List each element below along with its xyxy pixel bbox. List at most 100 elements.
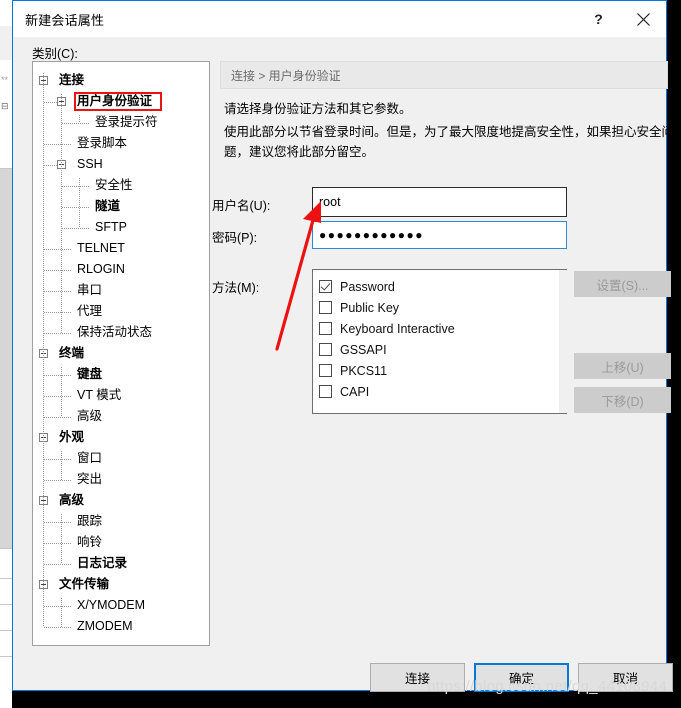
tree-guide-line [44, 333, 71, 334]
watermark: https://blog.csdn.net/qq_44108944 [427, 678, 668, 695]
tree-item-label: SFTP [95, 220, 127, 234]
method-item-4[interactable]: PKCS11 [319, 360, 566, 381]
tree-guide-line [44, 522, 71, 523]
tree-guide-line [44, 249, 71, 250]
tree-item-2[interactable]: 登录提示符 [33, 112, 209, 133]
method-item-3[interactable]: GSSAPI [319, 339, 566, 360]
method-item-label: Keyboard Interactive [340, 321, 455, 336]
tree-item-label: 登录脚本 [77, 136, 128, 150]
tree-item-label: 代理 [77, 304, 103, 318]
tree-item-label: 隧道 [95, 199, 121, 213]
tree-guide-line [44, 417, 71, 418]
annotation-arrow-icon [275, 201, 321, 351]
move-up-button[interactable]: 上移(U) [574, 353, 671, 379]
tree-item-13[interactable]: 终端 [33, 343, 209, 364]
method-item-2[interactable]: Keyboard Interactive [319, 318, 566, 339]
background-divider [0, 604, 12, 605]
settings-button[interactable]: 设置(S)... [574, 271, 671, 297]
background-divider [0, 168, 12, 169]
checkbox-icon[interactable] [319, 385, 332, 398]
close-button[interactable] [621, 1, 666, 37]
titlebar-buttons: ? [576, 1, 666, 37]
background-titlebar [0, 0, 12, 26]
tree-guide-line [44, 291, 71, 292]
background-lower [0, 548, 12, 708]
tree-item-label: 串口 [77, 283, 103, 297]
description-secondary: 使用此部分以节省登录时间。但是，为了最大限度地提高安全性，如果担心安全问题，建议… [224, 125, 675, 159]
tree-item-label: ZMODEM [77, 619, 133, 633]
checkbox-icon[interactable] [319, 364, 332, 377]
tree-item-label: 登录提示符 [95, 115, 158, 129]
tree-item-label: 窗口 [77, 451, 103, 465]
screen: ** ⊟ 新建会话属性 ? 类别(C): 连接 用户身份验证 登录提示符 登录脚本 S [0, 0, 681, 708]
tree-item-label: SSH [77, 157, 103, 171]
method-item-0[interactable]: Password [319, 276, 566, 297]
tree-item-label: 安全性 [95, 178, 133, 192]
tree-item-label: 终端 [59, 346, 85, 360]
tree-item-label: TELNET [77, 241, 125, 255]
move-down-button[interactable]: 下移(D) [574, 387, 671, 413]
password-label: 密码(P): [212, 231, 258, 245]
new-session-properties-dialog: 新建会话属性 ? 类别(C): 连接 用户身份验证 登录提示符 登录脚本 SSH 安全性隧… [12, 0, 674, 692]
tree-item-20[interactable]: 高级 [33, 490, 209, 511]
category-label: 类别(C): [32, 47, 78, 61]
method-item-label: CAPI [340, 384, 370, 399]
tree-guide-line [44, 627, 71, 628]
methods-checkbox-list[interactable]: Password Public Key Keyboard Interactive GS… [312, 269, 567, 414]
description-primary: 请选择身份验证方法和其它参数。 [224, 102, 412, 116]
tree-item-label: 外观 [59, 430, 85, 444]
tree-guide-line [44, 543, 71, 544]
breadcrumb: 连接 > 用户身份验证 [220, 61, 668, 89]
tree-item-5[interactable]: 安全性 [33, 175, 209, 196]
method-item-label: Password [340, 279, 395, 294]
tree-guide-line [44, 144, 71, 145]
tree-guide-line [44, 606, 71, 607]
tree-item-label: 响铃 [77, 535, 103, 549]
tree-guide-line [62, 186, 89, 187]
tree-item-label: 键盘 [77, 367, 103, 381]
question-mark-icon: ? [594, 11, 603, 27]
background-divider [0, 548, 12, 549]
tree-item-17[interactable]: 外观 [33, 427, 209, 448]
tree-guide-line [44, 375, 71, 376]
methods-scrollbar[interactable] [559, 270, 568, 413]
tree-guide-line [61, 598, 62, 627]
password-input[interactable]: ●●●●●●●●●●●● [312, 221, 567, 249]
tree-guide-line [61, 94, 62, 333]
background-body [0, 168, 12, 548]
tree-item-label: X/YMODEM [77, 598, 146, 612]
tree-guide-line [44, 564, 71, 565]
tree-item-6[interactable]: 隧道 [33, 196, 209, 217]
tree-guide-line [44, 459, 71, 460]
tree-guide-line [62, 228, 89, 229]
tree-item-label: 保持活动状态 [77, 325, 153, 339]
tree-item-label: VT 模式 [77, 388, 122, 402]
category-tree-list: 连接 用户身份验证 登录提示符 登录脚本 SSH 安全性 隧道 SFTP TELNET RLOGI… [33, 62, 209, 637]
help-button[interactable]: ? [576, 1, 621, 37]
tree-guide-line [44, 102, 57, 103]
tree-item-24[interactable]: 文件传输 [33, 574, 209, 595]
method-item-label: Public Key [340, 300, 400, 315]
tree-guide-line [62, 207, 89, 208]
tree-guide-line [44, 270, 71, 271]
method-item-5[interactable]: CAPI [319, 381, 566, 402]
method-item-1[interactable]: Public Key [319, 297, 566, 318]
method-item-label: PKCS11 [340, 363, 388, 378]
category-tree[interactable]: 连接 用户身份验证 登录提示符 登录脚本 SSH 安全性 隧道 SFTP TELNET RLOGI… [32, 61, 210, 646]
tree-item-0[interactable]: 连接 [33, 70, 209, 91]
username-input[interactable]: root [312, 187, 567, 217]
tree-guide-line [44, 396, 71, 397]
tree-item-label: 连接 [59, 73, 85, 87]
tree-item-label: 高级 [77, 409, 103, 423]
tree-item-4[interactable]: SSH [33, 154, 209, 175]
tree-item-label: RLOGIN [77, 262, 125, 276]
tree-item-label: 日志记录 [77, 556, 128, 570]
tree-guide-line [44, 165, 57, 166]
tree-guide-line [62, 123, 89, 124]
tree-item-7[interactable]: SFTP [33, 217, 209, 238]
tree-guide-line [44, 312, 71, 313]
background-window: ** ⊟ [0, 0, 12, 708]
tree-item-label: 跟踪 [77, 514, 103, 528]
background-divider [0, 630, 12, 631]
tree-guide-line [79, 115, 80, 123]
